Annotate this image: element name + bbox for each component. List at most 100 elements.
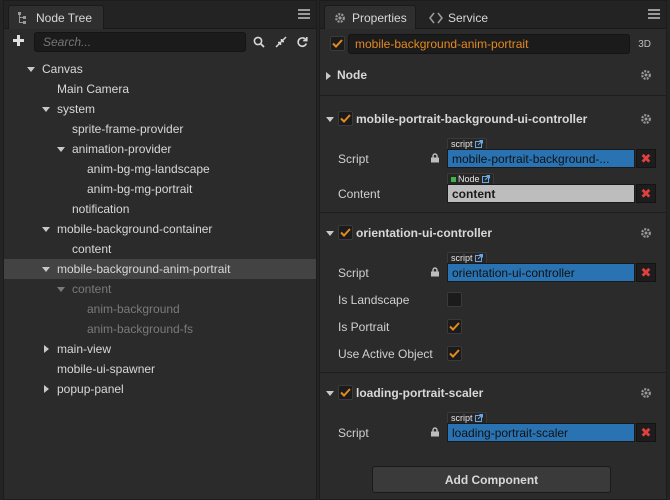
node-tree-menu-icon[interactable] bbox=[298, 9, 310, 21]
external-link-icon[interactable] bbox=[474, 254, 483, 262]
remove-script-button[interactable]: ✖ bbox=[636, 423, 656, 442]
tree-node-mobile-ui-spawner[interactable]: mobile-ui-spawner bbox=[4, 359, 316, 379]
tree-node-label: mobile-background-anim-portrait bbox=[57, 262, 231, 276]
tree-node-label: Canvas bbox=[42, 62, 83, 76]
expand-arrow-icon[interactable] bbox=[326, 117, 334, 122]
remove-script-button[interactable]: ✖ bbox=[636, 149, 656, 168]
properties-menu-icon[interactable] bbox=[648, 9, 660, 21]
external-link-icon[interactable] bbox=[474, 140, 483, 148]
content-label: Content bbox=[338, 187, 381, 201]
tab-service-label: Service bbox=[448, 10, 489, 25]
tree-node-sprite-frame-provider[interactable]: sprite-frame-provider bbox=[4, 119, 316, 139]
node-active-checkbox[interactable] bbox=[330, 36, 345, 51]
settings-gear-icon[interactable] bbox=[640, 113, 652, 125]
content-node-field[interactable]: content bbox=[447, 184, 635, 203]
tab-properties-label: Properties bbox=[352, 10, 407, 25]
component-enabled-checkbox[interactable] bbox=[338, 225, 353, 240]
tree-node-anim-background[interactable]: anim-background bbox=[4, 299, 316, 319]
tree-node-label: sprite-frame-provider bbox=[72, 122, 184, 136]
divider bbox=[320, 372, 666, 373]
tree-node-anim-bg-mg-portrait[interactable]: anim-bg-mg-portrait bbox=[4, 179, 316, 199]
add-component-button[interactable]: Add Component bbox=[372, 466, 611, 493]
tree-node-animation-provider[interactable]: animation-provider bbox=[4, 139, 316, 159]
expand-arrow-icon[interactable] bbox=[41, 259, 51, 279]
node-tree-tabbar: Node Tree bbox=[4, 1, 316, 29]
settings-gear-icon[interactable] bbox=[640, 227, 652, 239]
node-type-tag: Node bbox=[447, 173, 494, 184]
tab-service[interactable]: Service bbox=[420, 5, 500, 29]
collapse-all-icon[interactable] bbox=[274, 35, 288, 49]
component-enabled-checkbox[interactable] bbox=[338, 111, 353, 126]
tab-properties[interactable]: Properties bbox=[324, 5, 416, 29]
script-label: Script bbox=[338, 426, 369, 440]
tab-node-tree[interactable]: Node Tree bbox=[8, 5, 104, 29]
lock-icon bbox=[431, 267, 439, 277]
node-section-header[interactable]: Node bbox=[320, 65, 666, 87]
script-type-tag: script bbox=[447, 412, 487, 423]
tree-node-mobile-background-container[interactable]: mobile-background-container bbox=[4, 219, 316, 239]
tree-node-notification[interactable]: notification bbox=[4, 199, 316, 219]
refresh-icon[interactable] bbox=[295, 35, 309, 49]
tree-node-label: anim-background bbox=[87, 302, 180, 316]
settings-gear-icon[interactable] bbox=[640, 387, 652, 399]
expand-arrow-icon[interactable] bbox=[41, 219, 51, 239]
tree-node-label: anim-bg-mg-portrait bbox=[87, 182, 193, 196]
use-active-object-checkbox[interactable] bbox=[447, 346, 462, 361]
expand-arrow-icon[interactable] bbox=[326, 231, 334, 236]
component-header-portrait-bg-controller[interactable]: mobile-portrait-background-ui-controller bbox=[320, 109, 666, 131]
gear-icon bbox=[333, 11, 347, 25]
script-field[interactable]: mobile-portrait-background-... bbox=[447, 149, 635, 168]
external-link-icon[interactable] bbox=[474, 414, 483, 422]
expand-arrow-icon[interactable] bbox=[56, 279, 66, 299]
properties-panel: Properties Service 3D Node mobile-portra… bbox=[319, 0, 667, 500]
component-enabled-checkbox[interactable] bbox=[338, 385, 353, 400]
remove-script-button[interactable]: ✖ bbox=[636, 263, 656, 282]
search-icon[interactable] bbox=[252, 35, 266, 49]
script-label: Script bbox=[338, 266, 369, 280]
script-type-tag: script bbox=[447, 252, 487, 263]
external-link-icon[interactable] bbox=[481, 175, 490, 183]
component-title: mobile-portrait-background-ui-controller bbox=[356, 112, 588, 126]
tree-node-mobile-background-anim-portrait[interactable]: mobile-background-anim-portrait bbox=[4, 259, 316, 279]
tree-node-anim-bg-mg-landscape[interactable]: anim-bg-mg-landscape bbox=[4, 159, 316, 179]
remove-content-button[interactable]: ✖ bbox=[636, 184, 656, 203]
tree-node-content[interactable]: content bbox=[4, 239, 316, 259]
collapse-arrow-icon[interactable] bbox=[41, 379, 51, 399]
is-landscape-label: Is Landscape bbox=[338, 293, 410, 307]
node-section-title: Node bbox=[337, 68, 367, 82]
close-icon: ✖ bbox=[640, 425, 652, 440]
expand-arrow-icon[interactable] bbox=[326, 391, 334, 396]
tree-node-main-camera[interactable]: Main Camera bbox=[4, 79, 316, 99]
expand-arrow-icon[interactable] bbox=[26, 59, 36, 79]
tree-node-popup-panel[interactable]: popup-panel bbox=[4, 379, 316, 399]
tree-node-system[interactable]: system bbox=[4, 99, 316, 119]
expand-arrow-icon[interactable] bbox=[56, 139, 66, 159]
tree-node-label: mobile-background-container bbox=[57, 222, 213, 236]
component-header-orientation-controller[interactable]: orientation-ui-controller bbox=[320, 223, 666, 245]
node-search-input[interactable] bbox=[34, 32, 246, 52]
divider bbox=[320, 212, 666, 213]
tree-node-anim-background-fs[interactable]: anim-background-fs bbox=[4, 319, 316, 339]
component-header-loading-portrait-scaler[interactable]: loading-portrait-scaler bbox=[320, 383, 666, 405]
node-name-input[interactable] bbox=[348, 34, 630, 54]
is-landscape-checkbox[interactable] bbox=[447, 292, 462, 307]
tree-node-canvas[interactable]: Canvas bbox=[4, 59, 316, 79]
node-type-icon bbox=[451, 176, 456, 182]
collapse-arrow-icon[interactable] bbox=[41, 339, 51, 359]
collapse-arrow-icon[interactable] bbox=[326, 72, 331, 80]
tree-node-label: content bbox=[72, 282, 112, 296]
component-title: loading-portrait-scaler bbox=[356, 386, 484, 400]
script-label: Script bbox=[338, 152, 369, 166]
settings-gear-icon[interactable] bbox=[640, 69, 652, 81]
tree-node-content-inactive[interactable]: content bbox=[4, 279, 316, 299]
tree-node-label: popup-panel bbox=[57, 382, 124, 396]
script-field[interactable]: loading-portrait-scaler bbox=[447, 423, 635, 442]
close-icon: ✖ bbox=[640, 186, 652, 201]
expand-arrow-icon[interactable] bbox=[41, 99, 51, 119]
add-node-icon[interactable] bbox=[12, 34, 26, 48]
script-field[interactable]: orientation-ui-controller bbox=[447, 263, 635, 282]
service-icon bbox=[429, 11, 443, 25]
is-portrait-checkbox[interactable] bbox=[447, 319, 462, 334]
3d-badge[interactable]: 3D bbox=[638, 39, 651, 50]
tree-node-main-view[interactable]: main-view bbox=[4, 339, 316, 359]
